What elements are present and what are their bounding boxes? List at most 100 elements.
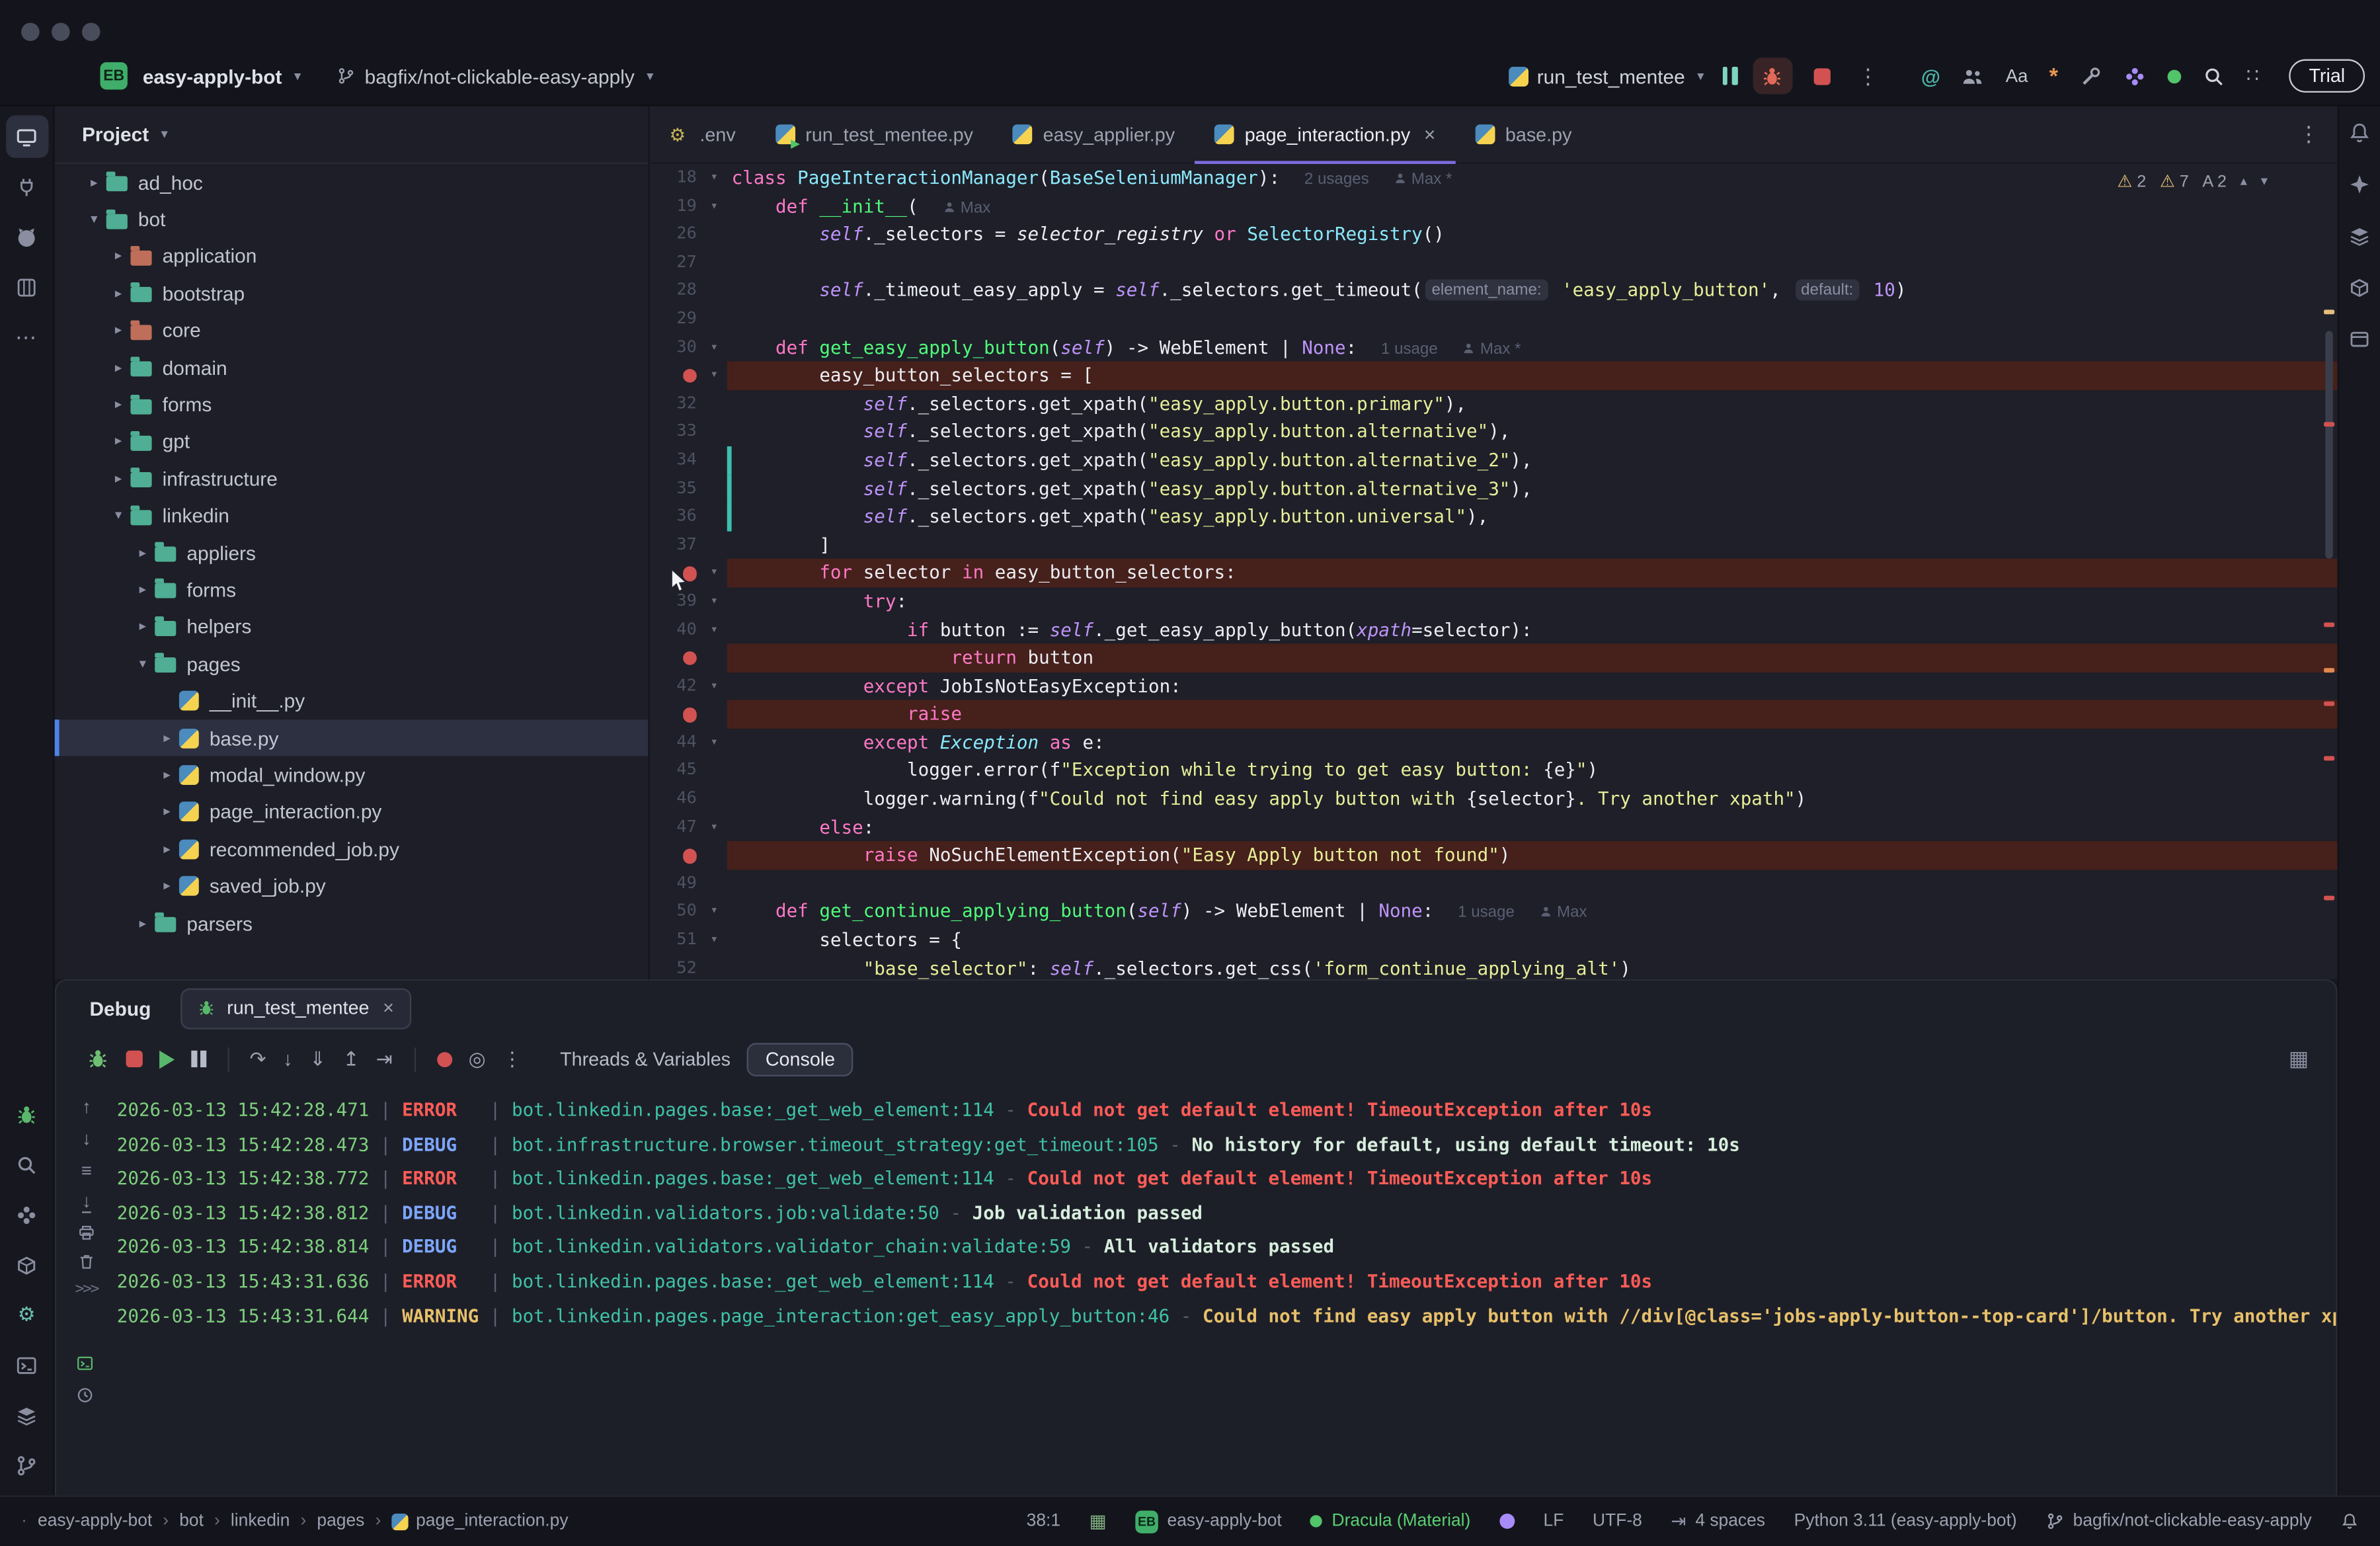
code-line-33[interactable]: 33 self._selectors.get_xpath("easy_apply…	[650, 418, 2338, 446]
line-number[interactable]: 49	[650, 870, 701, 898]
code-editor[interactable]: 18 ▾ class PageInteractionManager(BaseSele…	[650, 164, 2338, 979]
code-line-41[interactable]: return button	[650, 643, 2338, 672]
line-number[interactable]: 36	[650, 503, 701, 531]
fold-arrow-icon[interactable]: ▾	[701, 587, 727, 616]
pause-icon[interactable]	[191, 1050, 206, 1068]
code-line-27[interactable]: 27	[650, 249, 2338, 277]
tree-toggle-icon[interactable]: ▸	[106, 322, 131, 339]
code-line-40[interactable]: 40 ▾ if button := self._get_easy_apply_bu…	[650, 616, 2338, 644]
breadcrumb-pages[interactable]: pages	[317, 1512, 364, 1531]
breakpoint-dot[interactable]	[650, 644, 701, 672]
fold-arrow-icon[interactable]: ▾	[701, 164, 727, 192]
tree-item-linkedin[interactable]: ▾ linkedin	[55, 497, 649, 534]
tree-toggle-icon[interactable]: ▸	[106, 470, 131, 487]
window-zoom-icon[interactable]	[81, 22, 100, 41]
code-line-46[interactable]: 46 logger.warning(f"Could not find easy …	[650, 785, 2338, 813]
asterisk-plugin-icon[interactable]: *	[2049, 63, 2058, 89]
code-line-48[interactable]: raise NoSuchElementException("Easy Apply…	[650, 841, 2338, 870]
wrench-plugin-icon[interactable]	[2079, 65, 2102, 87]
view-breakpoints-icon[interactable]: ◎	[469, 1047, 486, 1071]
usages-inlay[interactable]: 1 usage	[1458, 904, 1515, 922]
tab-options-icon[interactable]: ⋮	[2280, 106, 2337, 163]
tree-toggle-icon[interactable]: ▸	[155, 877, 179, 894]
author-inlay[interactable]: Max	[1539, 904, 1587, 922]
editor-tab-base.py[interactable]: base.py	[1455, 106, 1591, 163]
editor-tab-run_test_mentee.py[interactable]: run_test_mentee.py	[756, 106, 993, 163]
code-line-19[interactable]: 19 ▾ def __init__( Max	[650, 192, 2338, 221]
breakpoint-dot[interactable]	[650, 700, 701, 729]
fold-arrow-icon[interactable]: ▾	[701, 898, 727, 926]
scroll-to-end-icon[interactable]: ↓	[81, 1191, 91, 1213]
step-out-icon[interactable]: ↥	[342, 1047, 359, 1071]
prev-problem-icon[interactable]: ▴	[2241, 173, 2247, 190]
tree-item-infrastructure[interactable]: ▸ infrastructure	[55, 460, 649, 497]
git-tool-icon[interactable]	[5, 1444, 48, 1486]
line-number[interactable]: 19	[650, 192, 701, 221]
database-tool-icon[interactable]	[5, 1394, 48, 1436]
code-line-36[interactable]: 36 self._selectors.get_xpath("easy_apply…	[650, 503, 2338, 531]
tree-item-gpt[interactable]: ▸ gpt	[55, 423, 649, 460]
line-number[interactable]: 34	[650, 446, 701, 475]
soft-wrap-icon[interactable]: ≡	[81, 1160, 92, 1181]
line-number[interactable]: 44	[650, 729, 701, 757]
tree-toggle-icon[interactable]: ▸	[130, 581, 155, 598]
tree-toggle-icon[interactable]: ▸	[106, 433, 131, 450]
step-into-icon[interactable]: ↓	[283, 1047, 293, 1070]
code-line-44[interactable]: 44 ▾ except Exception as e:	[650, 729, 2338, 757]
scrollbar-thumb[interactable]	[2325, 331, 2333, 559]
code-line-32[interactable]: 32 self._selectors.get_xpath("easy_apply…	[650, 389, 2338, 418]
fold-arrow-icon[interactable]: ▾	[701, 926, 727, 955]
problems-tool-icon[interactable]	[5, 1143, 48, 1186]
breadcrumb-linkedin[interactable]: linkedin	[231, 1512, 290, 1531]
fold-arrow-icon[interactable]: ▾	[701, 192, 727, 221]
tab-threads-variables[interactable]: Threads & Variables	[560, 1048, 731, 1069]
services-tool-icon[interactable]	[5, 1243, 48, 1285]
pause-button[interactable]	[1722, 67, 1738, 85]
line-number[interactable]: 47	[650, 813, 701, 842]
fold-arrow-icon[interactable]: ▾	[701, 729, 727, 757]
code-line-18[interactable]: 18 ▾ class PageInteractionManager(BaseSele…	[650, 164, 2338, 192]
tab-close-icon[interactable]: ×	[1424, 123, 1435, 145]
line-number[interactable]: 33	[650, 418, 701, 446]
debug-button[interactable]	[1752, 58, 1792, 95]
dependencies-icon[interactable]	[2348, 276, 2371, 299]
tree-item-pages[interactable]: ▾ pages	[55, 645, 649, 682]
line-number[interactable]: 29	[650, 305, 701, 333]
scroll-down-icon[interactable]: ↓	[82, 1128, 91, 1149]
line-number[interactable]: 28	[650, 277, 701, 305]
tree-item-__init__.py[interactable]: __init__.py	[55, 682, 649, 719]
tree-item-modal_window.py[interactable]: ▸ modal_window.py	[55, 756, 649, 793]
status-notifications[interactable]	[2340, 1512, 2359, 1531]
tree-item-domain[interactable]: ▸ domain	[55, 349, 649, 386]
window-minimize-icon[interactable]	[52, 22, 70, 41]
notifications-icon[interactable]	[2348, 122, 2371, 144]
tree-toggle-icon[interactable]: ▸	[82, 174, 106, 190]
code-line-35[interactable]: 35 self._selectors.get_xpath("easy_apply…	[650, 474, 2338, 503]
tree-toggle-icon[interactable]: ▸	[106, 285, 131, 302]
line-number[interactable]: 46	[650, 785, 701, 813]
tab-console[interactable]: Console	[747, 1042, 853, 1076]
line-number[interactable]: 50	[650, 898, 701, 926]
tree-toggle-icon[interactable]: ▾	[82, 211, 106, 227]
project-tool-icon[interactable]	[5, 115, 48, 158]
branch-widget[interactable]: bagfix/not-clickable-easy-apply ▾	[337, 65, 656, 87]
next-problem-icon[interactable]: ▾	[2261, 173, 2268, 190]
tree-item-application[interactable]: ▸ application	[55, 238, 649, 275]
code-line-34[interactable]: 34 self._selectors.get_xpath("easy_apply…	[650, 446, 2338, 475]
project-panel-header[interactable]: Project ▾	[54, 106, 649, 164]
fold-arrow-icon[interactable]: ▾	[701, 672, 727, 700]
project-switcher[interactable]: easy-apply-bot	[143, 65, 282, 87]
code-line-47[interactable]: 47 ▾ else:	[650, 813, 2338, 842]
breakpoint-dot[interactable]	[650, 362, 701, 390]
line-number[interactable]: 35	[650, 475, 701, 503]
translate-plugin-icon[interactable]: Aa	[2006, 65, 2028, 87]
breakpoint-dot[interactable]	[650, 842, 701, 870]
window-controls[interactable]	[21, 22, 100, 41]
tree-item-parsers[interactable]: ▸ parsers	[55, 905, 649, 942]
search-everywhere-icon[interactable]	[2202, 65, 2225, 87]
editor-scrollbar[interactable]	[2322, 225, 2336, 976]
author-inlay[interactable]: Max *	[1462, 339, 1521, 358]
tree-item-base.py[interactable]: ▸ base.py	[54, 719, 649, 757]
more-actions-icon[interactable]: ∷	[2246, 63, 2259, 88]
tree-item-recommended_job.py[interactable]: ▸ recommended_job.py	[55, 831, 649, 868]
